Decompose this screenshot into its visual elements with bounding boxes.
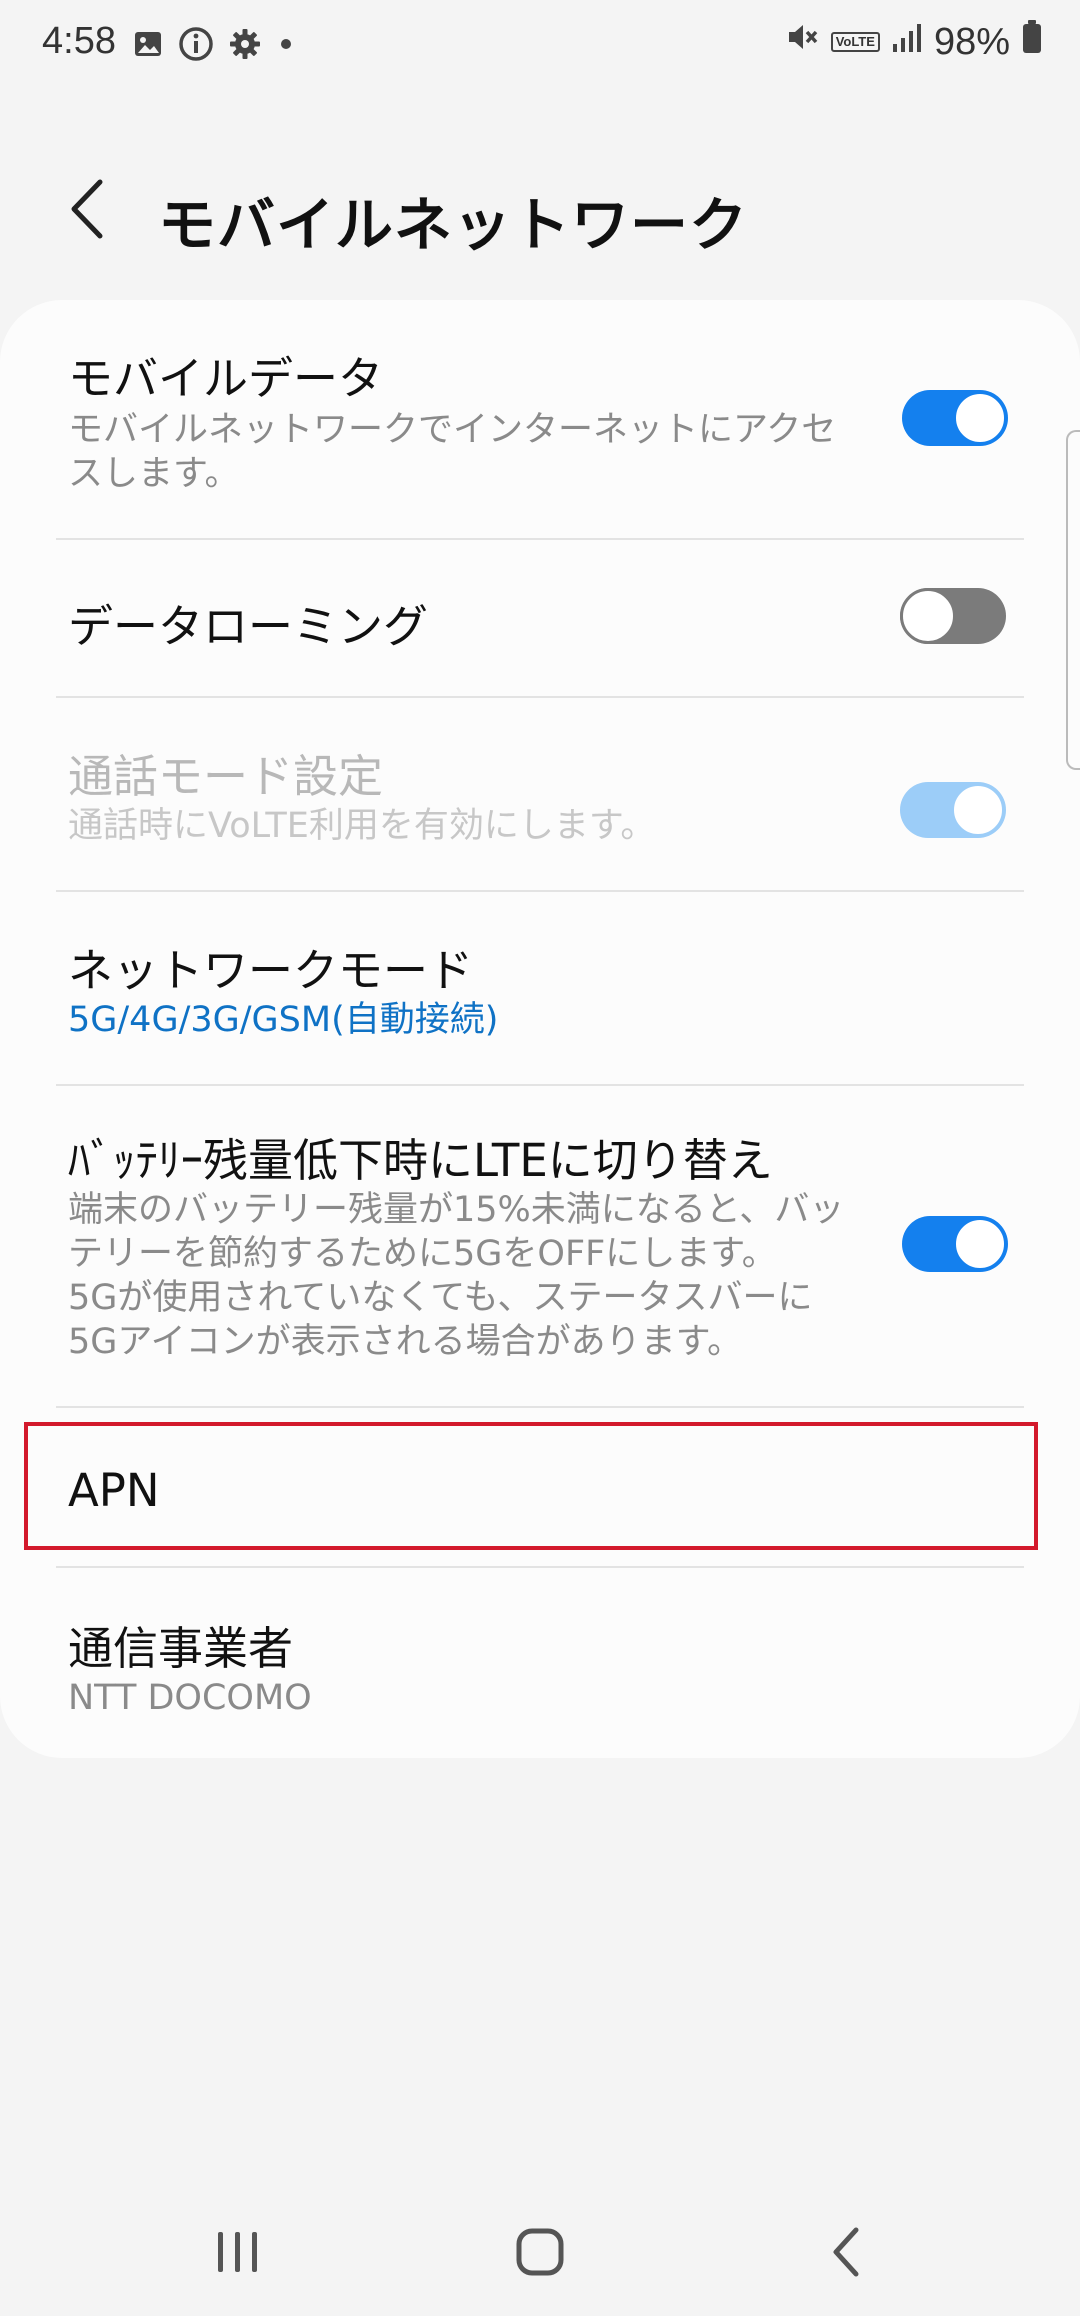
home-button[interactable] — [500, 2220, 580, 2284]
dot-icon — [276, 34, 296, 58]
setting-subtitle: スします。 — [68, 454, 240, 494]
status-right-icons: VoLTE 98% — [785, 20, 1042, 64]
setting-title: 通信事業者 — [68, 1622, 294, 1675]
setting-network-mode[interactable]: ネットワークモード 5G/4G/3G/GSM(自動接続) — [0, 892, 1080, 1084]
volte-icon: VoLTE — [830, 32, 880, 52]
gear-icon — [228, 27, 262, 65]
setting-subtitle: テリーを節約するために5GをOFFにします。 — [68, 1234, 777, 1274]
toggle-knob — [954, 392, 1006, 444]
setting-mobile-data[interactable]: モバイルデータ モバイルネットワークでインターネットにアクセ スします。 — [0, 300, 1080, 538]
status-time: 4:58 — [42, 20, 116, 62]
setting-subtitle: 通話時にVoLTE利用を有効にします。 — [68, 806, 656, 846]
scroll-indicator[interactable] — [1066, 430, 1080, 770]
toggle-knob — [952, 784, 1004, 836]
page-title: モバイルネットワーク — [158, 191, 749, 259]
data-roaming-toggle[interactable] — [900, 588, 1006, 644]
setting-title: モバイルデータ — [68, 352, 384, 405]
signal-icon — [892, 21, 922, 64]
setting-subtitle: 5Gアイコンが表示される場合があります。 — [68, 1322, 743, 1362]
setting-subtitle: モバイルネットワークでインターネットにアクセ — [68, 410, 837, 450]
setting-value: NTT DOCOMO — [68, 1678, 312, 1718]
apn-highlight-box — [24, 1422, 1038, 1550]
mute-icon — [785, 20, 819, 64]
battery-lte-toggle[interactable] — [902, 1216, 1008, 1272]
battery-level: 98% — [933, 20, 1010, 63]
divider — [56, 1406, 1024, 1408]
setting-title: 通話モード設定 — [68, 750, 384, 803]
back-button[interactable] — [62, 176, 112, 242]
setting-battery-lte[interactable]: ﾊﾞｯﾃﾘｰ残量低下時にLTEに切り替え 端末のバッテリー残量が15%未満になる… — [0, 1086, 1080, 1406]
setting-subtitle: 5Gが使用されていなくても、ステータスバーに — [68, 1278, 813, 1318]
image-icon — [132, 28, 164, 64]
setting-subtitle: 端末のバッテリー残量が15%未満になると、バッ — [68, 1190, 845, 1230]
mobile-data-toggle[interactable] — [902, 390, 1008, 446]
setting-title: ネットワークモード — [68, 944, 474, 997]
info-icon — [178, 26, 214, 66]
back-icon — [833, 2227, 859, 2277]
recent-apps-icon — [218, 2232, 257, 2272]
nav-back-button[interactable] — [806, 2220, 886, 2284]
setting-title: ﾊﾞｯﾃﾘｰ残量低下時にLTEに切り替え — [68, 1134, 773, 1187]
call-mode-toggle — [900, 782, 1006, 838]
toggle-knob — [900, 588, 956, 644]
recent-apps-button[interactable] — [198, 2220, 278, 2284]
battery-icon — [1022, 20, 1042, 64]
chevron-left-icon — [71, 179, 103, 239]
setting-value: 5G/4G/3G/GSM(自動接続) — [68, 1000, 499, 1040]
home-icon — [516, 2228, 564, 2276]
navigation-bar — [0, 2180, 1080, 2316]
toggle-knob — [954, 1218, 1006, 1270]
setting-title: データローミング — [68, 600, 429, 653]
setting-data-roaming[interactable]: データローミング — [0, 540, 1080, 696]
app-bar: モバイルネットワーク — [0, 150, 1080, 270]
setting-call-mode: 通話モード設定 通話時にVoLTE利用を有効にします。 — [0, 698, 1080, 890]
setting-carrier[interactable]: 通信事業者 NTT DOCOMO — [0, 1568, 1080, 1758]
status-left-icons — [132, 26, 296, 66]
status-bar: 4:58 VoLTE 98% — [0, 0, 1080, 92]
